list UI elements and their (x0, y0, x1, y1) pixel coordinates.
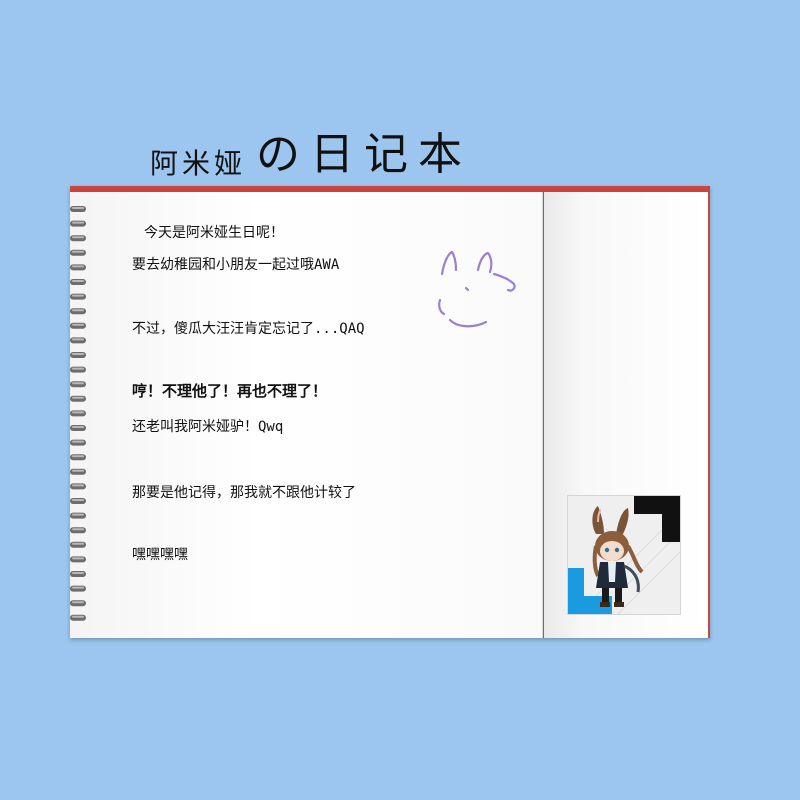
diary-line-6: 那要是他记得，那我就不跟他计较了 (132, 485, 356, 501)
character-sticker (567, 495, 681, 615)
diary-line-1: 今天是阿米娅生日呢！ (144, 225, 284, 241)
diary-line-7: 嘿嘿嘿嘿 (132, 547, 188, 563)
diary-line-5: 还老叫我阿米娅驴！Qwq (132, 419, 284, 435)
diary-line-4: 哼！不理他了！再也不理了！ (132, 382, 328, 400)
diary-page: 阿米娅 の日记本 今天是阿米娅生日呢！ 要去幼稚园和小朋友一起过哦AWA 不过，… (0, 0, 800, 800)
rabbit-doodle-icon (438, 250, 516, 328)
diary-line-3: 不过，傻瓜大汪汪肯定忘记了...QAQ (132, 321, 365, 337)
title-suffix: の日记本 (256, 129, 473, 180)
diary-title: 阿米娅 の日记本 (150, 118, 472, 182)
chibi-character-icon (568, 496, 680, 614)
diary-line-2: 要去幼稚园和小朋友一起过哦AWA (132, 257, 340, 273)
title-name: 阿米娅 (150, 147, 247, 180)
notebook-left-page: 今天是阿米娅生日呢！ 要去幼稚园和小朋友一起过哦AWA 不过，傻瓜大汪汪肯定忘记… (70, 192, 543, 638)
